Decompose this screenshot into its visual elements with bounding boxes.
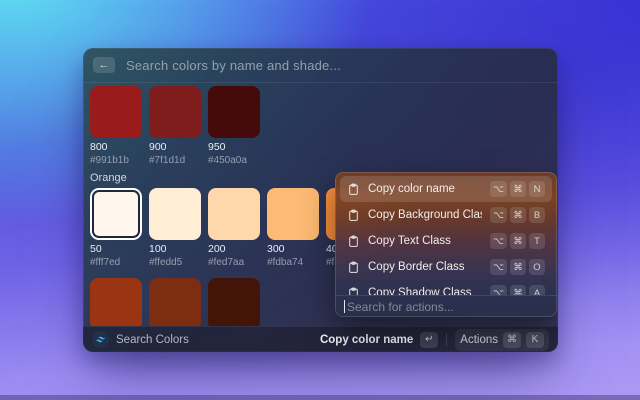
clipboard-icon: [347, 287, 360, 296]
action-menu-item[interactable]: Copy Text Class ⌥⌘T: [340, 228, 552, 254]
search-input[interactable]: Search colors by name and shade...: [126, 58, 341, 73]
keycap: N: [529, 181, 545, 197]
keycap: T: [529, 233, 545, 249]
swatch-hex-label: #fed7aa: [208, 257, 260, 269]
swatch-shade-label: 900: [149, 141, 201, 154]
swatch-color-fill: [149, 278, 201, 326]
swatch-color-fill: [90, 86, 142, 138]
swatch-hex-label: #fff7ed: [90, 257, 142, 269]
app-name: Search Colors: [116, 334, 189, 346]
action-menu-item-label: Copy Border Class: [368, 261, 465, 273]
command-palette-window: ← Search colors by name and shade... 800…: [83, 48, 558, 352]
swatch-box[interactable]: [149, 188, 201, 240]
actions-search-placeholder: Search for actions...: [347, 300, 454, 314]
command-key-icon: ⌘: [503, 332, 521, 348]
swatch-box[interactable]: [208, 188, 260, 240]
keycap: ⌘: [510, 207, 526, 223]
keycap: O: [529, 259, 545, 275]
swatch-shade-label: 800: [90, 141, 142, 154]
swatch-hex-label: #7f1d1d: [149, 155, 201, 167]
color-swatch-900[interactable]: 900#7f1d1d: [149, 86, 201, 167]
selected-swatch-box[interactable]: [90, 188, 142, 240]
swatch-color-fill: [94, 192, 138, 236]
swatch-shade-label: 50: [90, 243, 142, 256]
color-swatch-950[interactable]: 950#450a0a: [208, 86, 260, 167]
swatch-color-fill: [267, 188, 319, 240]
swatch-box[interactable]: [90, 86, 142, 138]
actions-button[interactable]: Actions ⌘ K: [455, 329, 549, 351]
keycap: ⌘: [510, 259, 526, 275]
back-button[interactable]: ←: [93, 57, 115, 73]
swatch-hex-label: #450a0a: [208, 155, 260, 167]
swatch-hex-label: #fdba74: [267, 257, 319, 269]
return-key-icon: ↵: [420, 332, 438, 348]
primary-action-label[interactable]: Copy color name: [320, 334, 413, 346]
swatch-color-fill: [90, 278, 142, 326]
swatch-color-fill: [208, 188, 260, 240]
action-menu-item[interactable]: Copy Background Class ⌥⌘B: [340, 202, 552, 228]
color-swatch-900[interactable]: 900#7c2d12: [149, 278, 201, 326]
shortcut-keys: ⌥⌘A: [490, 285, 545, 295]
status-bar: Search Colors Copy color name ↵ Actions …: [83, 326, 558, 352]
actions-search-field[interactable]: Search for actions...: [335, 295, 557, 317]
action-menu-item-label: Copy Text Class: [368, 235, 451, 247]
swatch-color-fill: [208, 278, 260, 326]
color-swatch-300[interactable]: 300#fdba74: [267, 188, 319, 269]
keycap: ⌥: [490, 181, 507, 197]
swatch-shade-label: 300: [267, 243, 319, 256]
keycap: ⌘: [510, 285, 526, 295]
clipboard-icon: [347, 261, 360, 274]
clipboard-icon: [347, 183, 360, 196]
k-key-icon: K: [526, 332, 544, 348]
keycap: ⌥: [490, 233, 507, 249]
color-swatch-100[interactable]: 100#ffedd5: [149, 188, 201, 269]
text-caret: [344, 300, 345, 313]
swatch-color-fill: [149, 86, 201, 138]
shortcut-keys: ⌥⌘O: [490, 259, 545, 275]
tailwind-logo-icon: [92, 331, 109, 348]
swatch-box[interactable]: [90, 278, 142, 326]
shortcut-keys: ⌥⌘N: [490, 181, 545, 197]
search-bar: ← Search colors by name and shade...: [83, 48, 558, 83]
keycap: ⌥: [490, 207, 507, 223]
action-menu-item-label: Copy Shadow Class: [368, 287, 472, 295]
actions-button-label: Actions: [460, 334, 498, 346]
clipboard-icon: [347, 235, 360, 248]
action-menu-item[interactable]: Copy Shadow Class ⌥⌘A: [340, 280, 552, 295]
swatch-color-fill: [149, 188, 201, 240]
keycap: B: [529, 207, 545, 223]
swatch-hex-label: #991b1b: [90, 155, 142, 167]
action-menu-item[interactable]: Copy color name ⌥⌘N: [340, 176, 552, 202]
swatch-box[interactable]: [149, 278, 201, 326]
actions-menu-list: Copy color name⌥⌘NCopy Background Class⌥…: [335, 172, 557, 295]
actions-context-menu: Copy color name⌥⌘NCopy Background Class⌥…: [335, 172, 557, 317]
keycap: ⌘: [510, 181, 526, 197]
color-swatch-200[interactable]: 200#fed7aa: [208, 188, 260, 269]
keycap: ⌘: [510, 233, 526, 249]
keycap: ⌥: [490, 259, 507, 275]
action-menu-item-label: Copy color name: [368, 183, 455, 195]
swatch-box[interactable]: [208, 86, 260, 138]
swatch-box[interactable]: [149, 86, 201, 138]
footer-divider: [446, 333, 447, 346]
swatch-color-fill: [208, 86, 260, 138]
color-swatch-950[interactable]: 950#431407: [208, 278, 260, 326]
swatch-box[interactable]: [208, 278, 260, 326]
swatch-shade-label: 950: [208, 141, 260, 154]
swatch-shade-label: 100: [149, 243, 201, 256]
swatch-box[interactable]: [267, 188, 319, 240]
keycap: ⌥: [490, 285, 507, 295]
keycap: A: [529, 285, 545, 295]
color-swatch-800[interactable]: 800#991b1b: [90, 86, 142, 167]
color-swatch-50[interactable]: 50#fff7ed: [90, 188, 142, 269]
action-menu-item-label: Copy Background Class: [368, 209, 482, 221]
action-menu-item[interactable]: Copy Border Class ⌥⌘O: [340, 254, 552, 280]
red-swatch-row: 800#991b1b900#7f1d1d950#450a0a: [90, 86, 551, 167]
swatch-hex-label: #ffedd5: [149, 257, 201, 269]
color-swatch-800[interactable]: 800#9a3412: [90, 278, 142, 326]
shortcut-keys: ⌥⌘B: [490, 207, 545, 223]
clipboard-icon: [347, 209, 360, 222]
shortcut-keys: ⌥⌘T: [490, 233, 545, 249]
swatch-shade-label: 200: [208, 243, 260, 256]
